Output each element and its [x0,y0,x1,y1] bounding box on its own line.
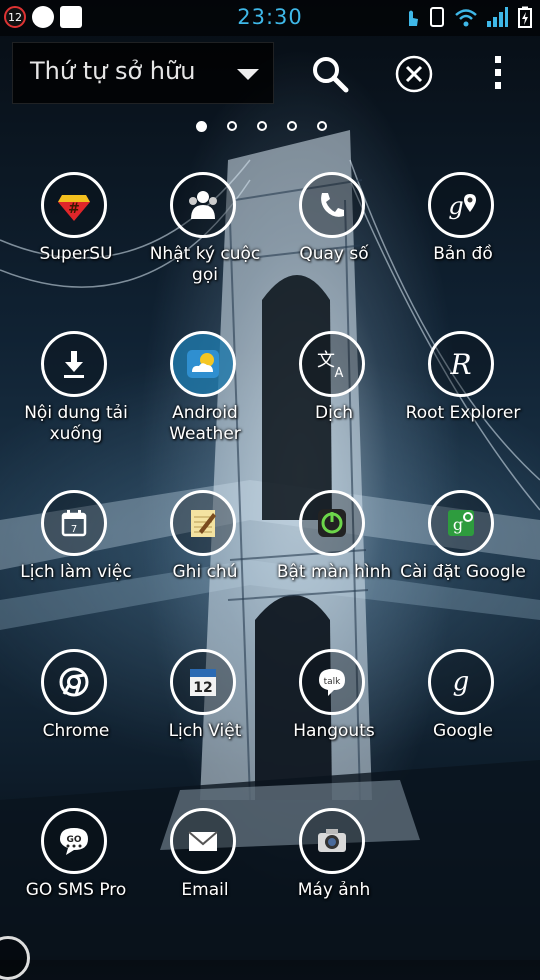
calendar-icon: 7 [61,510,87,537]
app-screen-on[interactable]: Bật màn hình [269,490,399,640]
app-label: Hangouts [293,721,375,741]
google-settings-icon: g [448,510,474,536]
app-label: Google [433,721,493,741]
search-icon[interactable] [308,52,352,96]
app-hangouts[interactable]: talk Hangouts [269,649,399,799]
hangouts-icon: talk [319,669,345,696]
email-icon [188,831,218,851]
page-dot[interactable] [287,121,297,131]
sort-order-label: Thứ tự sở hữu [30,57,196,85]
sort-order-dropdown[interactable]: Thứ tự sở hữu [12,42,274,104]
app-lich-viet[interactable]: 12 Lịch Việt [140,649,270,799]
app-translate[interactable]: 文A Dịch [269,331,399,481]
app-supersu[interactable]: # SuperSU [11,172,141,322]
touch-icon [409,10,418,26]
page-dot[interactable] [227,121,237,131]
app-google-settings[interactable]: g Cài đặt Google [398,490,528,640]
page-dot[interactable] [317,121,327,131]
chevron-down-icon [237,69,259,80]
maps-icon: g [448,192,476,220]
app-label: Cài đặt Google [400,562,526,582]
svg-text:A: A [335,366,344,381]
phone-dialer-icon [321,193,344,217]
supersu-icon: # [58,195,90,221]
app-label: Lịch Việt [168,721,242,741]
status-bar: 12 23:30 [0,0,540,36]
app-label: Nội dung tải xuống [24,403,128,444]
app-dialer[interactable]: Quay số [269,172,399,322]
svg-text:12: 12 [193,680,212,696]
app-label: Email [181,880,229,900]
notepad-icon [191,510,216,537]
power-icon [318,509,346,537]
app-label: Android Weather [169,403,241,444]
app-call-log[interactable]: Nhật ký cuộc gọi [140,172,270,322]
camera-icon [318,829,346,852]
app-label: GO SMS Pro [25,880,127,900]
app-go-sms-pro[interactable]: GO GO SMS Pro [11,808,141,958]
svg-text:GO: GO [66,835,81,845]
svg-text:g: g [453,667,470,697]
app-android-weather[interactable]: Android Weather [140,331,270,481]
app-maps[interactable]: g Bản đồ [398,172,528,322]
app-root-explorer[interactable]: R Root Explorer [398,331,528,481]
translate-icon: 文A [317,350,344,381]
app-label: Nhật ký cuộc gọi [149,244,261,285]
page-dot[interactable] [257,121,267,131]
overflow-menu-icon[interactable] [476,52,520,96]
google-icon: g [453,667,470,697]
app-downloads[interactable]: Nội dung tải xuống [11,331,141,481]
root-explorer-icon: R [449,348,471,381]
lich-viet-icon: 12 [190,669,216,696]
app-chrome[interactable]: Chrome [11,649,141,799]
app-label: Ghi chú [172,562,238,582]
battery-charging-icon [518,6,532,28]
app-google[interactable]: g Google [398,649,528,799]
page-indicator [196,121,327,132]
svg-text:R: R [449,348,471,381]
app-label: Máy ảnh [297,880,371,900]
app-label: Lịch làm việc [20,562,132,582]
wifi-icon [455,9,477,27]
app-label: Chrome [42,721,110,741]
page-dot[interactable] [196,121,207,132]
app-label: Bật màn hình [276,562,392,582]
app-label: Bản đồ [433,244,493,264]
app-email[interactable]: Email [140,808,270,958]
call-log-icon [189,191,217,219]
app-label: Dịch [315,403,353,423]
svg-text:g: g [453,515,463,534]
signal-icon [487,7,508,27]
svg-text:7: 7 [71,524,77,535]
go-sms-icon: GO [60,828,88,855]
svg-text:g: g [448,192,463,220]
close-icon[interactable] [392,52,436,96]
app-work-calendar[interactable]: 7 Lịch làm việc [11,490,141,640]
phone-screen-icon [430,7,444,27]
svg-text:talk: talk [324,677,342,687]
app-label: Root Explorer [405,403,521,423]
download-icon [64,351,84,378]
svg-text:#: # [68,201,80,217]
app-label: SuperSU [39,244,113,264]
chrome-icon [59,667,89,697]
svg-text:文: 文 [317,350,335,371]
app-camera[interactable]: Máy ảnh [269,808,399,958]
weather-icon [187,350,219,378]
app-notes[interactable]: Ghi chú [140,490,270,640]
app-label: Quay số [299,244,369,264]
